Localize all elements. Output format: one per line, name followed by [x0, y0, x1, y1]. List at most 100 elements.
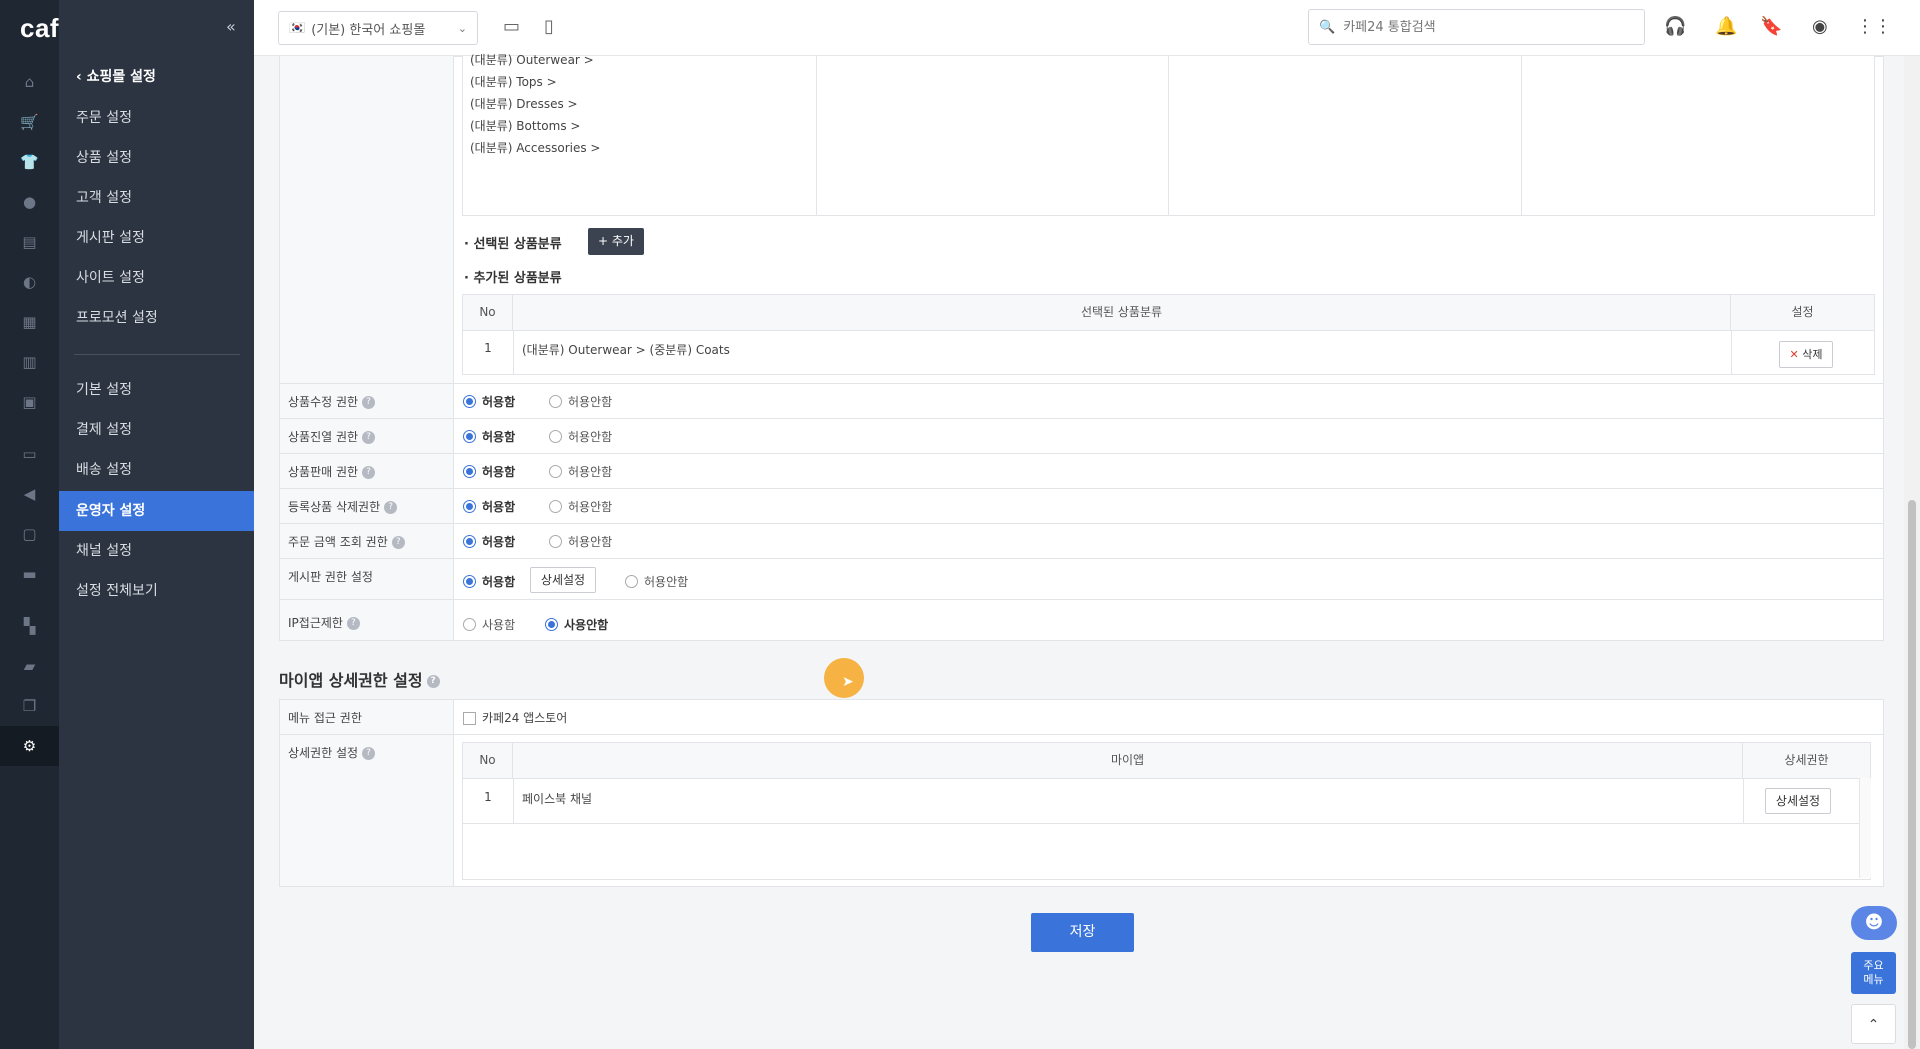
board-icon[interactable]: ▤ [0, 222, 59, 262]
selected-category-label: · 선택된 상품분류 [464, 237, 562, 252]
product-delete-allow-radio[interactable]: 허용함 [463, 498, 515, 515]
mobile-icon[interactable]: ▯ [544, 16, 554, 37]
myapp-table-scrollbar[interactable] [1859, 778, 1871, 878]
book-icon[interactable]: ▣ [0, 382, 59, 422]
main-menu-button[interactable]: 주요 메뉴 [1851, 952, 1896, 994]
menu-item-site[interactable]: 사이트 설정 [59, 258, 254, 298]
menu-item-customer[interactable]: 고객 설정 [59, 178, 254, 218]
desktop-icon[interactable]: ▭ [503, 16, 520, 37]
menu-item-payment[interactable]: 결제 설정 [59, 410, 254, 450]
main-menu-label-1: 주요 [1863, 959, 1884, 972]
truck-icon[interactable]: ▬ [0, 554, 59, 594]
product-sale-allow-radio[interactable]: 허용함 [463, 463, 515, 480]
collapse-icon[interactable]: « [226, 17, 236, 36]
app-detail-setting-button[interactable]: 상세설정 [1765, 788, 1831, 814]
help-icon[interactable]: ? [346, 617, 360, 630]
board-deny-radio[interactable]: 허용안함 [625, 573, 688, 590]
help-icon[interactable]: ? [362, 466, 376, 479]
add-category-button[interactable]: + 추가 [588, 228, 644, 255]
board-detail-setting-button[interactable]: 상세설정 [530, 567, 596, 593]
user-icon[interactable]: ● [0, 182, 59, 222]
folder-icon[interactable]: ▰ [0, 646, 59, 686]
megaphone-icon[interactable]: ◀ [0, 474, 59, 514]
radio-label: 허용함 [482, 395, 516, 409]
delete-category-button[interactable]: ✕ 삭제 [1779, 341, 1833, 368]
menu-item-promotion[interactable]: 프로모션 설정 [59, 298, 254, 338]
table-divider [513, 330, 514, 374]
product-edit-deny-radio[interactable]: 허용안함 [549, 393, 612, 410]
order-amount-deny-radio[interactable]: 허용안함 [549, 533, 612, 550]
apps-icon[interactable]: ▚ [0, 606, 59, 646]
delete-label: 삭제 [1802, 348, 1823, 361]
copy-icon[interactable]: ❐ [0, 686, 59, 726]
shop-icon[interactable]: ▢ [0, 514, 59, 554]
save-button[interactable]: 저장 [1031, 913, 1134, 952]
row-border [280, 383, 1883, 384]
promotion-icon[interactable]: ▦ [0, 302, 59, 342]
menu-item-all-settings[interactable]: 설정 전체보기 [59, 571, 254, 611]
bell-icon[interactable]: 🔔 [1715, 16, 1737, 37]
category-item[interactable]: (대분류) Accessories > [470, 139, 601, 156]
store-icon[interactable]: ▭ [0, 434, 59, 474]
product-display-deny-radio[interactable]: 허용안함 [549, 428, 612, 445]
help-icon[interactable]: ? [426, 675, 440, 688]
back-to-shop-settings[interactable]: ‹ 쇼핑몰 설정 [76, 66, 156, 86]
menu-item-order[interactable]: 주문 설정 [59, 98, 254, 138]
product-sale-deny-radio[interactable]: 허용안함 [549, 463, 612, 480]
home-icon[interactable]: ⌂ [0, 62, 59, 102]
help-icon[interactable]: ? [362, 431, 376, 444]
design-icon[interactable]: ◐ [0, 262, 59, 302]
product-edit-allow-radio[interactable]: 허용함 [463, 393, 515, 410]
menu-item-channel[interactable]: 채널 설정 [59, 531, 254, 571]
app-grid-icon[interactable]: ⋮⋮ [1856, 16, 1892, 37]
help-icon[interactable]: ? [391, 536, 405, 549]
order-amount-allow-radio[interactable]: 허용함 [463, 533, 515, 550]
account-icon[interactable]: ◉ [1812, 16, 1828, 37]
stats-icon[interactable]: ▥ [0, 342, 59, 382]
help-icon[interactable]: ? [384, 501, 398, 514]
radio-label: 사용함 [482, 618, 516, 632]
table-header-no: No [463, 743, 513, 778]
chatbot-icon[interactable]: ☻ [1851, 906, 1897, 940]
global-search[interactable]: 🔍 [1308, 9, 1645, 45]
menu-item-operator[interactable]: 운영자 설정 [59, 491, 254, 531]
help-icon[interactable]: ? [362, 396, 376, 409]
page-scrollbar-thumb[interactable] [1908, 500, 1916, 1049]
help-icon[interactable]: ? [362, 747, 376, 760]
menu-item-board[interactable]: 게시판 설정 [59, 218, 254, 258]
table-header-setting: 설정 [1731, 295, 1874, 330]
appstore-checkbox[interactable]: 카페24 앱스토어 [463, 709, 567, 726]
table-divider [1731, 330, 1732, 374]
order-amount-permission-label: 주문 금액 조회 권한? [288, 533, 405, 550]
radio-label: 허용안함 [568, 395, 613, 409]
radio-unselected [549, 500, 562, 513]
gear-icon[interactable]: ⚙ [0, 726, 59, 766]
category-column-2[interactable] [817, 56, 1169, 216]
category-item[interactable]: (대분류) Tops > [470, 73, 557, 90]
category-column-3[interactable] [1169, 56, 1522, 216]
shop-selector[interactable]: 🇰🇷 (기본) 한국어 쇼핑몰 ⌄ [278, 11, 478, 45]
row-border [280, 488, 1883, 489]
radio-selected [463, 500, 476, 513]
product-display-allow-radio[interactable]: 허용함 [463, 428, 515, 445]
menu-item-shipping[interactable]: 배송 설정 [59, 450, 254, 490]
board-allow-radio[interactable]: 허용함 [463, 573, 515, 590]
bookmark-icon[interactable]: 🔖 [1760, 16, 1782, 37]
category-item[interactable]: (대분류) Outerwear > [470, 51, 594, 68]
headset-icon[interactable]: 🎧 [1664, 16, 1686, 37]
menu-item-basic[interactable]: 기본 설정 [59, 370, 254, 410]
search-input[interactable] [1343, 19, 1634, 35]
scroll-top-button[interactable]: ⌃ [1851, 1004, 1896, 1044]
product-delete-permission-label: 등록상품 삭제권한? [288, 498, 398, 515]
shirt-icon[interactable]: 👕 [0, 142, 59, 182]
category-item[interactable]: (대분류) Dresses > [470, 95, 578, 112]
cart-icon[interactable]: 🛒 [0, 102, 59, 142]
ip-restriction-use-radio[interactable]: 사용함 [463, 616, 515, 633]
radio-label: 허용안함 [568, 535, 613, 549]
category-column-4[interactable] [1522, 56, 1875, 216]
ip-restriction-nouse-radio[interactable]: 사용안함 [545, 616, 608, 633]
menu-item-product[interactable]: 상품 설정 [59, 138, 254, 178]
category-item[interactable]: (대분류) Bottoms > [470, 117, 580, 134]
product-delete-deny-radio[interactable]: 허용안함 [549, 498, 612, 515]
table-row-no: 1 [484, 790, 492, 804]
